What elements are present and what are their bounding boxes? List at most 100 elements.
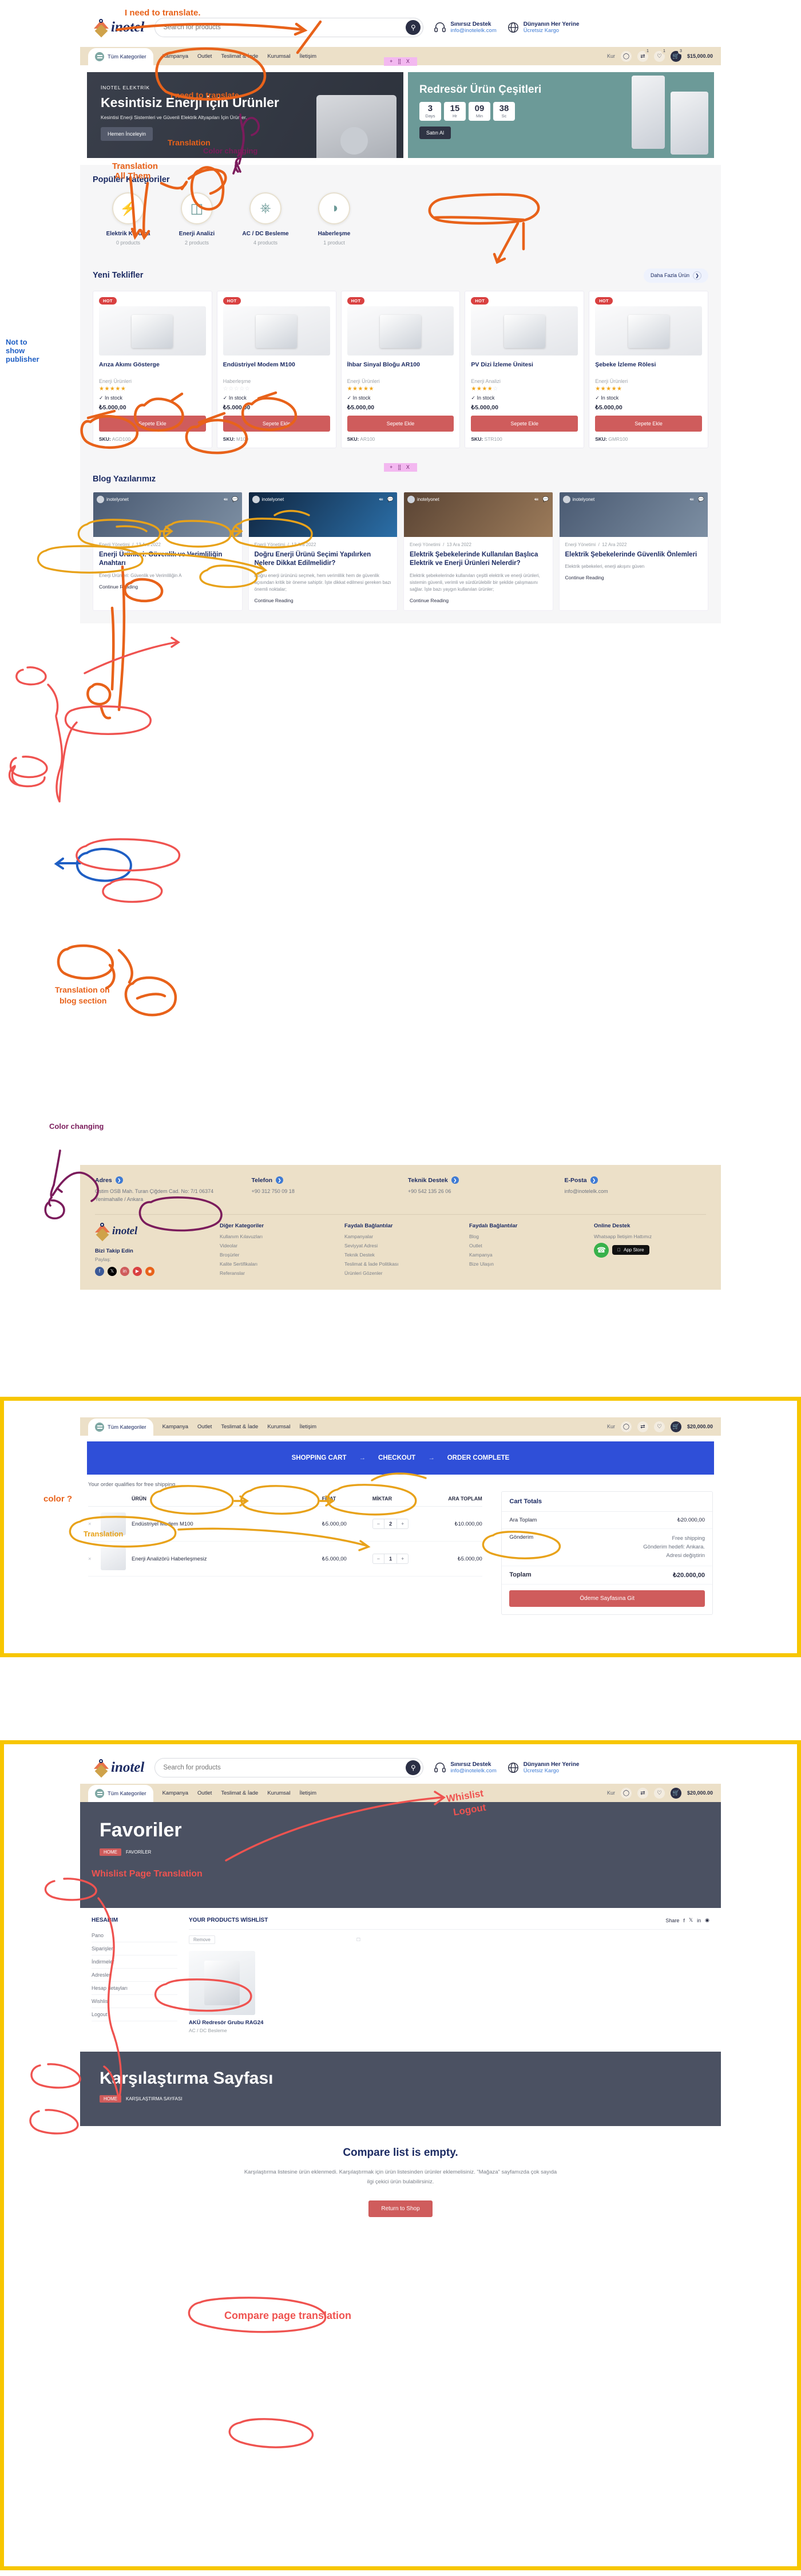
blog-card[interactable]: inotelyonet ⇚ 💬 Enerji Yönetimi / 13 Ara … [403, 491, 553, 611]
hero-cta-button[interactable]: Hemen İnceleyin [101, 127, 153, 141]
more-products-button[interactable]: Daha Fazla Ürün ❯ [643, 268, 708, 283]
blog-grid: inotelyonet ⇚ 💬 Enerji Yönetimi / 13 Ara … [93, 491, 708, 611]
builder-edit-toolbar-blog[interactable]: + ⣿ X [384, 463, 417, 472]
footer-link[interactable]: Blog [469, 1234, 581, 1239]
footer-link[interactable]: Kampanya [469, 1252, 581, 1258]
hero-banner-left[interactable]: İNOTEL ELEKTRİK Kesintisiz Enerji İçin Ü… [87, 72, 403, 158]
category-item-ac-dc-besleme[interactable]: ⎈ AC / DC Besleme 4 products [238, 192, 293, 246]
product-card[interactable]: HOT Şebeke İzleme Rölesi Enerji Ürünleri… [589, 290, 708, 448]
wishlist-icon[interactable]: ♡ 1 [653, 48, 667, 62]
instagram-icon[interactable]: ◉ [145, 1266, 154, 1276]
share-icon: ⇚ [689, 496, 694, 502]
category-label: Enerji Analizi [179, 231, 215, 237]
product-name[interactable]: Şebeke İzleme Rölesi [595, 361, 702, 376]
add-to-cart-button[interactable]: Sepete Ekle [471, 415, 578, 432]
product-card[interactable]: HOT İhbar Sinyal Bloğu AR100 Enerji Ürün… [340, 290, 461, 448]
continue-reading-link[interactable]: Continue Reading [410, 598, 547, 603]
blog-post-title[interactable]: Enerji Ürünleri: Güvenlik ve Verimliliği… [99, 551, 236, 568]
headset-icon [434, 22, 446, 33]
hero-buy-button[interactable]: Satın Al [419, 127, 451, 139]
countdown-minutes: 09 Min [468, 102, 490, 121]
product-name[interactable]: Endüstriyel Modem M100 [223, 361, 330, 376]
category-count: 0 products [116, 239, 141, 246]
footer-link[interactable]: Broşürler [220, 1252, 332, 1258]
category-item-haberlesme[interactable]: ◑ Haberleşme 1 product [307, 192, 362, 246]
hero-banner-right[interactable]: Redresör Ürün Çeşitleri 3 Days 15 Hr 09 Min… [407, 72, 714, 158]
blog-card[interactable]: inotelyonet ⇚ 💬 Enerji Yönetimi / 13 Ara … [93, 491, 243, 611]
nav-link-kampanya[interactable]: Kampanya [162, 53, 188, 60]
social-links[interactable]: f 𝕏 in ▶ ◉ [95, 1266, 207, 1276]
user-icon[interactable]: ◯ [620, 50, 632, 62]
footer-brand-column: inotel Bizi Takip Edin Paylaş: f 𝕏 in ▶ … [95, 1222, 207, 1279]
continue-reading-link[interactable]: Continue Reading [255, 598, 392, 603]
nav-link-outlet[interactable]: Outlet [197, 53, 212, 60]
product-sku: SKU: AR100 [347, 436, 375, 442]
comment-icon: 💬 [387, 496, 394, 502]
blog-title: Blog Yazılarımız [93, 474, 156, 484]
footer-link[interactable]: Outlet [469, 1243, 581, 1249]
compare-badge: 1 [644, 48, 651, 54]
product-category: Enerji Ürünleri [595, 378, 628, 384]
footer-logo[interactable]: inotel [95, 1222, 207, 1242]
whatsapp-icon[interactable]: ☎ [594, 1242, 609, 1258]
footer-link[interactable]: Kullanım Kılavuzları [220, 1234, 332, 1239]
product-card[interactable]: HOT NEW PV Dizi İzleme Ünitesi Enerji An… [465, 290, 585, 448]
avatar [407, 495, 415, 503]
site-logo[interactable]: inotel [94, 19, 144, 38]
product-card[interactable]: HOT Arıza Akımı Gösterge Enerji Ürünleri… [93, 290, 212, 448]
chevron-right-icon: ❯ [451, 1176, 459, 1184]
blog-card[interactable]: inotelyonet ⇚ 💬 Enerji Yönetimi / 13 Ara … [248, 491, 398, 611]
blog-post-title[interactable]: Doğru Enerji Ürünü Seçimi Yapılırken Nel… [255, 551, 392, 568]
twitter-x-icon[interactable]: 𝕏 [108, 1266, 117, 1276]
cart-icon[interactable]: 🛒 3 [670, 48, 684, 62]
continue-reading-link[interactable]: Continue Reading [99, 584, 236, 590]
blog-post-title[interactable]: Elektrik Şebekelerinde Güvenlik Önlemler… [565, 551, 703, 560]
facebook-icon[interactable]: f [95, 1266, 104, 1276]
chevron-right-icon: ❯ [693, 271, 701, 280]
nav-link-kurumsal[interactable]: Kurumsal [267, 53, 290, 60]
product-name[interactable]: Arıza Akımı Gösterge [99, 361, 206, 376]
search-bar[interactable]: ⚲ [154, 18, 424, 37]
search-icon[interactable]: ⚲ [406, 20, 421, 35]
footer-link[interactable]: Videolar [220, 1243, 332, 1249]
footer-link[interactable]: Referanslar [220, 1270, 332, 1276]
footer-link[interactable]: Teslimat & İade Politikası [344, 1261, 457, 1267]
support-email[interactable]: info@inotelelk.com [450, 27, 496, 34]
nav-link-iletisim[interactable]: İletişim [299, 53, 316, 60]
nav-link-teslimat-iade[interactable]: Teslimat & İade [221, 53, 258, 60]
app-store-button[interactable]: App Store [612, 1245, 649, 1255]
footer-link[interactable]: Kalite Sertifikaları [220, 1261, 332, 1267]
compare-icon[interactable]: ⇄ 1 [637, 48, 651, 62]
builder-edit-toolbar[interactable]: + ⣿ X [384, 57, 417, 66]
logo-mark-icon [95, 1222, 110, 1242]
all-categories-button[interactable]: Tüm Kategoriler [88, 48, 153, 65]
add-to-cart-button[interactable]: Sepete Ekle [347, 415, 454, 432]
footer-link[interactable]: Bize Ulaşın [469, 1261, 581, 1267]
footer-link[interactable]: Seviyyat Adresi [344, 1243, 457, 1249]
product-badge-hot: HOT [595, 297, 613, 305]
product-category: Enerji Analizi [471, 378, 501, 384]
youtube-icon[interactable]: ▶ [133, 1266, 142, 1276]
add-to-cart-button[interactable]: Sepete Ekle [99, 415, 206, 432]
product-card[interactable]: HOT Endüstriyel Modem M100 Haberleşme ☆☆… [216, 290, 336, 448]
category-item-enerji-analizi[interactable]: ◫ Enerji Analizi 2 products [169, 192, 224, 246]
footer-link[interactable]: Ürünleri Gözenler [344, 1270, 457, 1276]
blog-card[interactable]: inotelyonet ⇚ 💬 Enerji Yönetimi / 12 Ara … [558, 491, 708, 611]
currency-selector[interactable]: Kur [607, 53, 615, 59]
product-name[interactable]: PV Dizi İzleme Ünitesi [471, 361, 578, 376]
continue-reading-link[interactable]: Continue Reading [565, 575, 703, 580]
footer-link[interactable]: Kampanyalar [344, 1234, 457, 1239]
add-to-cart-button[interactable]: Sepete Ekle [223, 415, 330, 432]
search-input[interactable] [163, 24, 406, 31]
blog-meta: Enerji Yönetimi / 12 Ara 2022 [565, 542, 627, 547]
menu-icon [95, 52, 104, 61]
footer-link[interactable]: Teknik Destek [344, 1252, 457, 1258]
add-to-cart-button[interactable]: Sepete Ekle [595, 415, 702, 432]
footer-link[interactable]: Whatsapp İletişim Hattımız [594, 1234, 706, 1239]
annotation-text: Color changing [49, 1122, 104, 1131]
blog-post-title[interactable]: Elektrik Şebekelerinde Kullanılan Başlıc… [410, 551, 547, 568]
category-item-elektrik-koruma[interactable]: ⚡ Elektrik Koruma 0 products [101, 192, 156, 246]
linkedin-icon[interactable]: in [120, 1266, 129, 1276]
product-name[interactable]: İhbar Sinyal Bloğu AR100 [347, 361, 454, 376]
comment-icon: 💬 [232, 496, 239, 502]
